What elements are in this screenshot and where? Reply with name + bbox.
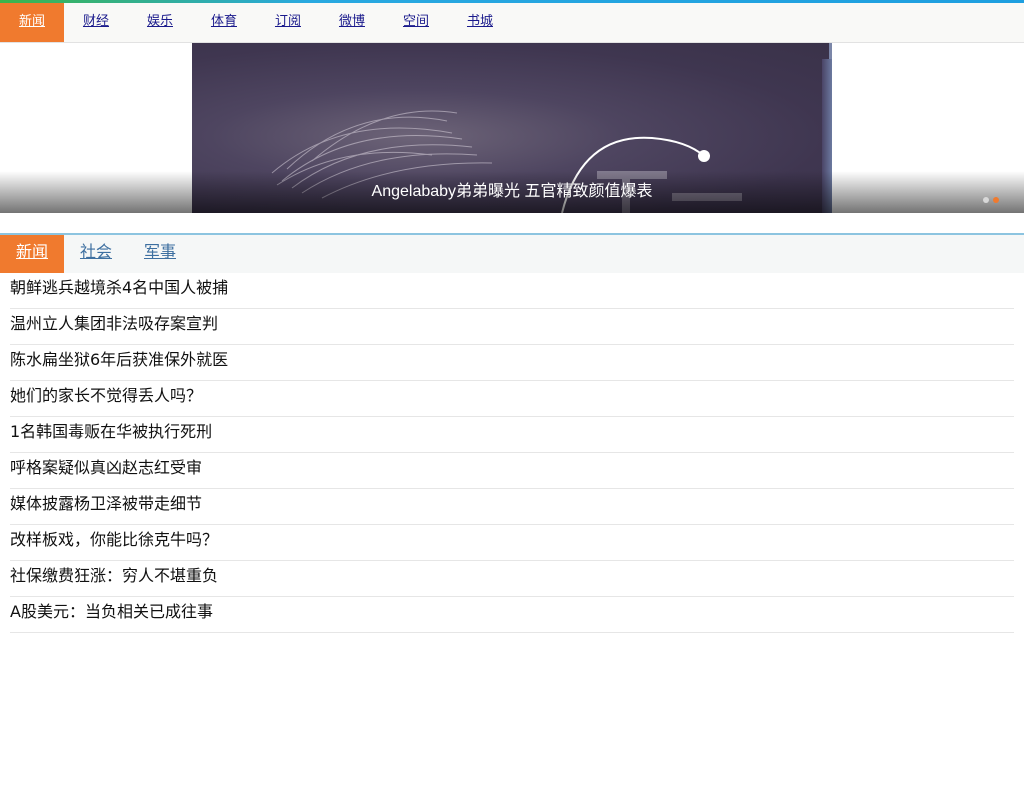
banner-dot-1[interactable] <box>983 197 989 203</box>
nav-item-sports[interactable]: 体育 <box>192 3 256 42</box>
banner-carousel[interactable]: Angelababy弟弟曝光 五官精致颜值爆表 <box>0 43 1024 213</box>
nav-item-news[interactable]: 新闻 <box>0 3 64 42</box>
nav-item-weibo[interactable]: 微博 <box>320 3 384 42</box>
list-item[interactable]: 温州立人集团非法吸存案宣判 <box>10 309 1014 345</box>
banner-pagination <box>983 197 999 203</box>
list-item[interactable]: A股美元：当负相关已成往事 <box>10 597 1014 633</box>
banner-caption[interactable]: Angelababy弟弟曝光 五官精致颜值爆表 <box>192 177 832 201</box>
list-item[interactable]: 媒体披露杨卫泽被带走细节 <box>10 489 1014 525</box>
tab-military[interactable]: 军事 <box>128 235 192 273</box>
list-item[interactable]: 社保缴费狂涨：穷人不堪重负 <box>10 561 1014 597</box>
banner-dot-2[interactable] <box>993 197 999 203</box>
nav-item-subscribe[interactable]: 订阅 <box>256 3 320 42</box>
nav-item-entertainment[interactable]: 娱乐 <box>128 3 192 42</box>
nav-item-finance[interactable]: 财经 <box>64 3 128 42</box>
nav-item-space[interactable]: 空间 <box>384 3 448 42</box>
tab-society[interactable]: 社会 <box>64 235 128 273</box>
list-item[interactable]: 陈水扁坐狱6年后获准保外就医 <box>10 345 1014 381</box>
tab-news[interactable]: 新闻 <box>0 235 64 273</box>
list-item[interactable]: 她们的家长不觉得丢人吗？ <box>10 381 1014 417</box>
top-nav: 新闻 财经 娱乐 体育 订阅 微博 空间 书城 <box>0 3 1024 43</box>
list-item[interactable]: 朝鲜逃兵越境杀4名中国人被捕 <box>10 273 1014 309</box>
list-item[interactable]: 改样板戏，你能比徐克牛吗？ <box>10 525 1014 561</box>
banner-edge <box>829 43 832 59</box>
sub-tabs: 新闻 社会 军事 <box>0 233 1024 273</box>
list-item[interactable]: 呼格案疑似真凶赵志红受审 <box>10 453 1014 489</box>
nav-item-bookstore[interactable]: 书城 <box>448 3 512 42</box>
list-item[interactable]: 1名韩国毒贩在华被执行死刑 <box>10 417 1014 453</box>
news-list: 朝鲜逃兵越境杀4名中国人被捕 温州立人集团非法吸存案宣判 陈水扁坐狱6年后获准保… <box>10 273 1014 633</box>
